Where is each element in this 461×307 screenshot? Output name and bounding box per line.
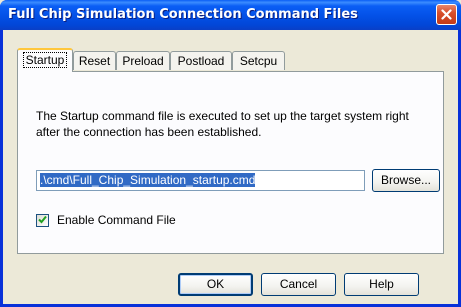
selected-path-text: .\cmd\Full_Chip_Simulation_startup.cmd	[40, 173, 256, 187]
enable-command-file-row: Enable Command File	[36, 213, 176, 227]
tab-postload[interactable]: Postload	[170, 51, 232, 70]
tab-reset[interactable]: Reset	[73, 51, 116, 70]
help-button[interactable]: Help	[344, 273, 419, 296]
tab-label: Setcpu	[239, 54, 278, 68]
dialog-window: Full Chip Simulation Connection Command …	[0, 0, 461, 307]
tab-label: Reset	[78, 54, 111, 68]
ok-button[interactable]: OK	[178, 273, 253, 296]
cancel-button[interactable]: Cancel	[261, 273, 336, 296]
close-icon	[441, 9, 452, 20]
browse-button[interactable]: Browse...	[372, 169, 440, 192]
description-text: The Startup command file is executed to …	[36, 109, 409, 139]
close-button[interactable]	[436, 4, 457, 25]
tab-label: Startup	[22, 52, 68, 68]
tab-preload[interactable]: Preload	[116, 51, 170, 70]
window-title: Full Chip Simulation Connection Command …	[8, 7, 358, 22]
tab-setcpu[interactable]: Setcpu	[232, 51, 285, 70]
command-file-path-input[interactable]: .\cmd\Full_Chip_Simulation_startup.cmd	[36, 170, 365, 191]
tab-panel-startup: The Startup command file is executed to …	[17, 71, 444, 254]
enable-command-file-label: Enable Command File	[57, 213, 176, 227]
dialog-client-area: Startup Reset Preload Postload Setcpu Th…	[3, 30, 458, 304]
checkmark-icon	[38, 211, 47, 229]
tab-label: Postload	[177, 54, 225, 68]
tab-label: Preload	[122, 54, 164, 68]
enable-command-file-checkbox[interactable]	[36, 211, 49, 229]
tab-startup[interactable]: Startup	[17, 48, 73, 72]
title-bar[interactable]: Full Chip Simulation Connection Command …	[0, 0, 461, 30]
